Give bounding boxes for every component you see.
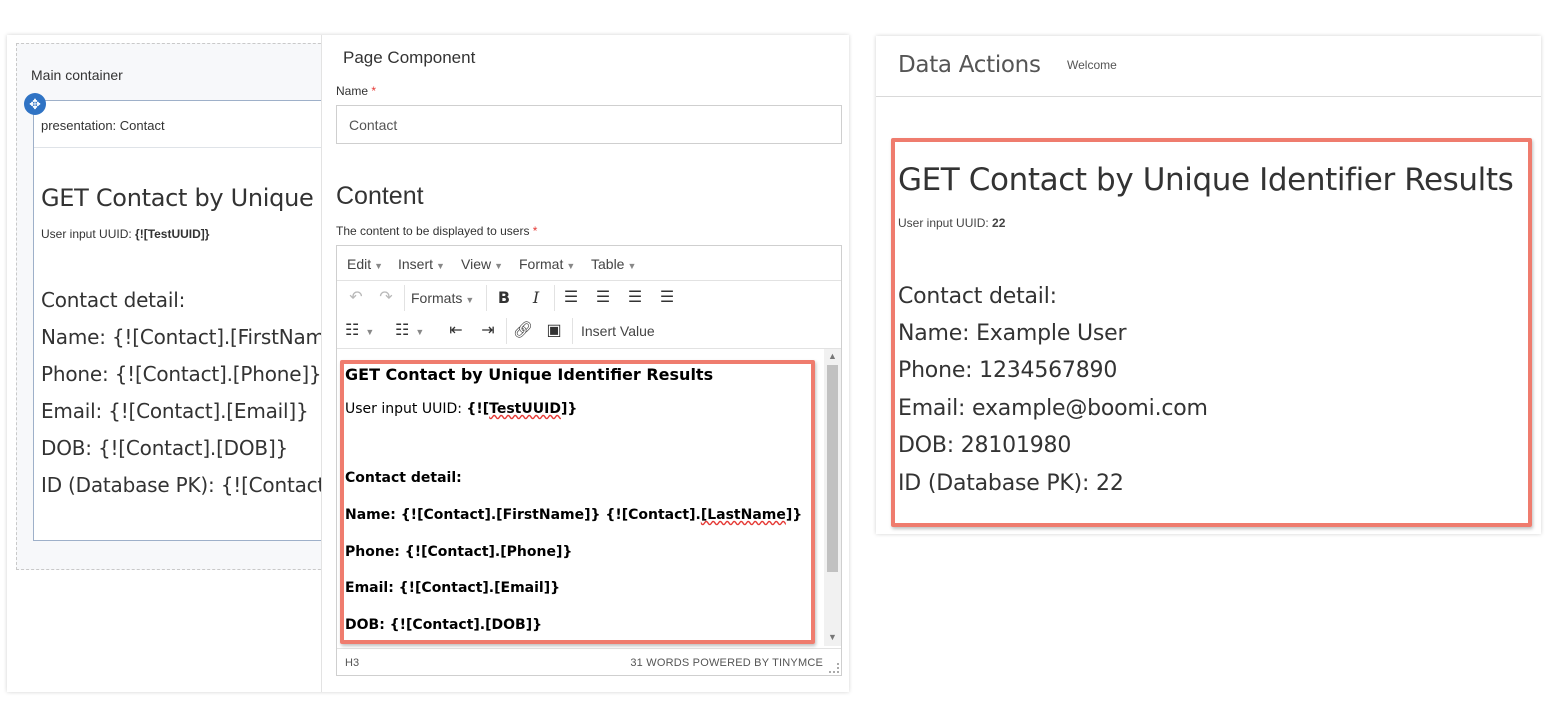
- menu-format-label: Format: [519, 256, 564, 272]
- name-input[interactable]: [336, 105, 842, 144]
- properties-title: Page Component: [343, 48, 476, 67]
- bullet-list-icon[interactable]: ☷ ▼: [345, 320, 383, 342]
- chevron-down-icon: ▼: [566, 261, 576, 271]
- move-handle-icon[interactable]: ✥: [24, 93, 46, 115]
- content-label-text: The content to be displayed to users: [336, 224, 530, 238]
- image-icon[interactable]: ▣: [543, 320, 565, 342]
- editor-toolbar-row-1: ↶ ↷ Formats ▼ B I ☰ ☰ ☰ ☰: [337, 280, 841, 314]
- insert-value-button[interactable]: Insert Value: [581, 320, 671, 342]
- toolbar-divider: [506, 318, 507, 344]
- menu-view-label: View: [461, 256, 492, 272]
- chevron-down-icon: ▼: [374, 261, 384, 271]
- menu-edit-label: Edit: [347, 256, 372, 272]
- app-title: Data Actions: [898, 52, 1041, 78]
- preview-contact-detail: Contact detail:: [41, 288, 186, 312]
- italic-icon[interactable]: I: [525, 287, 547, 309]
- main-container[interactable]: Main container presentation: Contact GET…: [16, 43, 346, 570]
- editor-statusbar: H3 31 WORDS POWERED BY TINYMCE: [337, 648, 841, 675]
- preview-uuid-label: User input UUID:: [41, 227, 136, 241]
- menu-table-label: Table: [591, 256, 625, 272]
- name-label-text: Name: [336, 84, 369, 98]
- editor-menubar: Edit ▼ Insert ▼ View ▼ Format ▼ Table ▼: [337, 246, 841, 280]
- toolbar-divider: [486, 285, 487, 311]
- word-count: 31 WORDS POWERED BY TINYMCE: [630, 657, 823, 669]
- resize-grip-icon[interactable]: [829, 663, 839, 673]
- align-left-icon[interactable]: ☰: [560, 287, 582, 309]
- menu-view[interactable]: View ▼: [461, 256, 503, 272]
- presentation-label: presentation: Contact: [41, 118, 165, 133]
- preview-name: Name: {![Contact].[FirstName]: [41, 325, 345, 349]
- scroll-thumb[interactable]: [827, 365, 838, 572]
- align-justify-icon[interactable]: ☰: [656, 287, 678, 309]
- element-path[interactable]: H3: [345, 657, 359, 669]
- indent-icon[interactable]: ⇥: [477, 320, 499, 342]
- runtime-preview-panel: Data Actions Welcome GET Contact by Uniq…: [876, 36, 1541, 534]
- name-field-label: Name *: [336, 84, 376, 98]
- preview-uuid-value: {![TestUUID]}: [135, 227, 210, 241]
- formats-label: Formats: [411, 290, 463, 306]
- menu-insert-label: Insert: [398, 256, 434, 272]
- chevron-down-icon: ▼: [627, 261, 637, 271]
- editor-highlight-box: [340, 360, 815, 644]
- redo-icon[interactable]: ↷: [375, 287, 397, 309]
- required-mark: *: [371, 84, 377, 98]
- editor-scrollbar[interactable]: ▲ ▼: [824, 349, 841, 646]
- menu-format[interactable]: Format ▼: [519, 256, 575, 272]
- scroll-up-icon[interactable]: ▲: [828, 351, 837, 361]
- preview-title: GET Contact by Unique Ide: [41, 184, 346, 212]
- welcome-text: Welcome: [1067, 58, 1117, 72]
- toolbar-divider: [572, 318, 573, 344]
- content-title: Content: [336, 182, 424, 210]
- editor-toolbar-row-2: ☷ ▼ ☷ ▼ ⇤ ⇥ 🔗︎ ▣ Insert Value: [337, 314, 841, 347]
- toolbar-divider: [554, 285, 555, 311]
- toolbar-divider: [404, 285, 405, 311]
- chevron-down-icon: ▼: [465, 295, 475, 305]
- align-center-icon[interactable]: ☰: [592, 287, 614, 309]
- undo-icon[interactable]: ↶: [345, 287, 367, 309]
- presentation-component[interactable]: presentation: Contact GET Contact by Uni…: [33, 100, 346, 541]
- required-mark: *: [532, 224, 538, 238]
- main-container-title: Main container: [31, 67, 123, 83]
- menu-table[interactable]: Table ▼: [591, 256, 636, 272]
- scroll-down-icon[interactable]: ▼: [828, 632, 837, 642]
- menu-edit[interactable]: Edit ▼: [347, 256, 383, 272]
- numbered-list-icon[interactable]: ☷ ▼: [395, 320, 433, 342]
- outdent-icon[interactable]: ⇤: [445, 320, 467, 342]
- link-icon[interactable]: 🔗︎: [512, 320, 534, 342]
- presentation-header: presentation: Contact: [34, 101, 345, 148]
- formats-dropdown[interactable]: Formats ▼: [411, 287, 481, 309]
- align-right-icon[interactable]: ☰: [624, 287, 646, 309]
- menu-insert[interactable]: Insert ▼: [398, 256, 445, 272]
- result-highlight-box: [891, 138, 1532, 527]
- chevron-down-icon: ▼: [436, 261, 445, 271]
- preview-id: ID (Database PK): {![Contact].[I: [41, 473, 346, 497]
- chevron-down-icon: ▼: [494, 261, 504, 271]
- content-field-label: The content to be displayed to users *: [336, 224, 537, 238]
- app-header: Data Actions Welcome: [876, 36, 1541, 97]
- preview-dob: DOB: {![Contact].[DOB]}: [41, 436, 289, 460]
- bold-icon[interactable]: B: [493, 287, 515, 309]
- preview-phone: Phone: {![Contact].[Phone]}: [41, 362, 322, 386]
- preview-uuid: User input UUID: {![TestUUID]}: [41, 227, 209, 241]
- preview-email: Email: {![Contact].[Email]}: [41, 399, 309, 423]
